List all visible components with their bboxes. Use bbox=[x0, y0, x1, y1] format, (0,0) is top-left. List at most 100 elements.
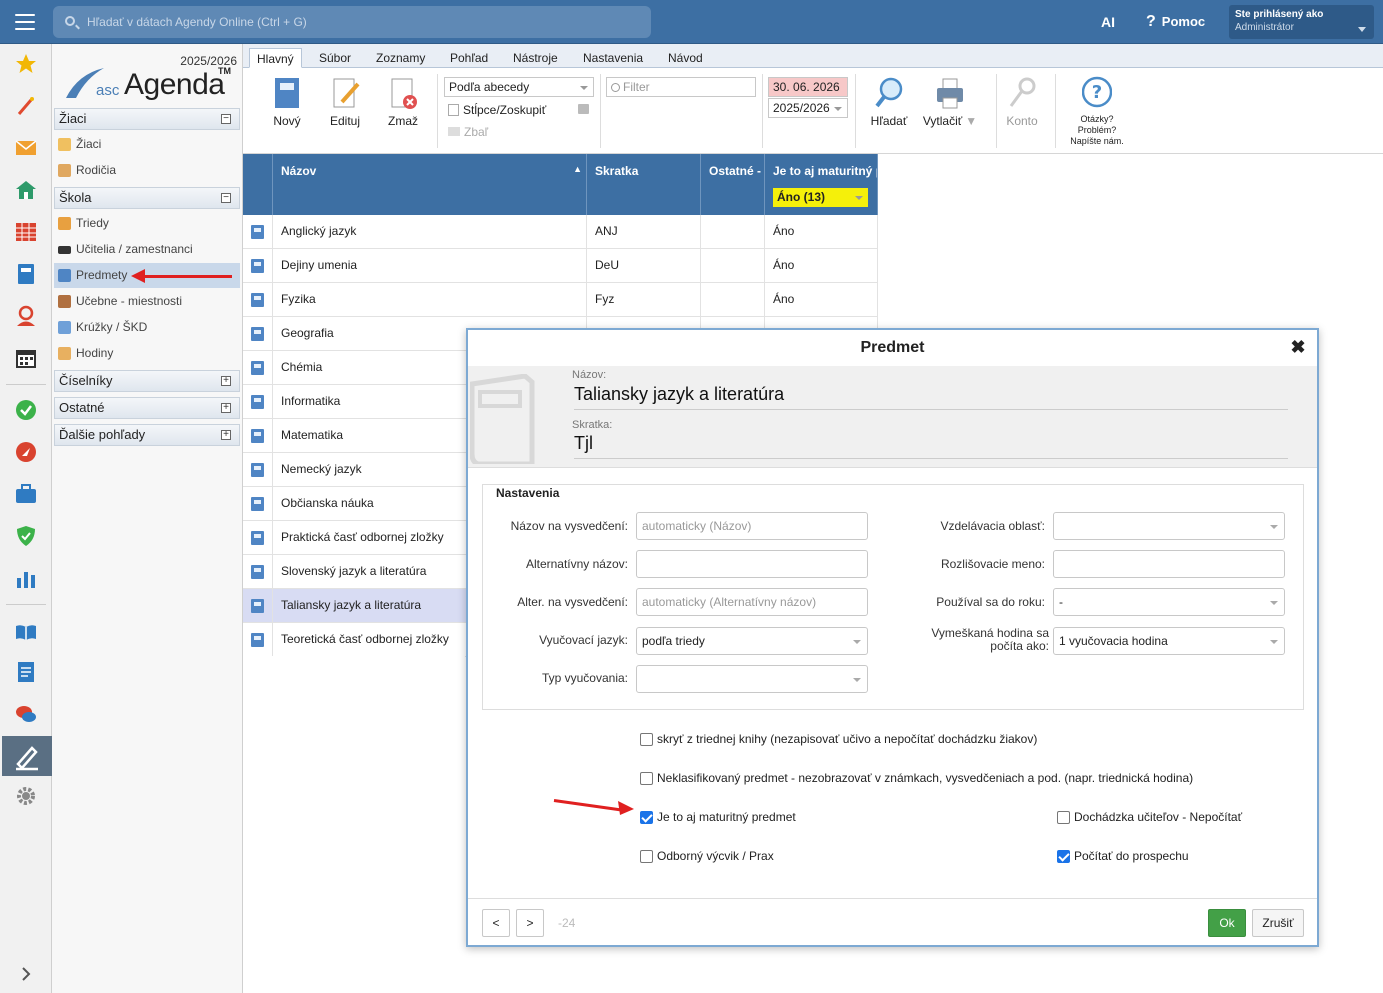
filter-input[interactable]: Filter bbox=[606, 77, 756, 97]
next-record-button[interactable]: > bbox=[516, 909, 544, 937]
contact-support-button[interactable]: ? Otázky? Problém? Napíšte nám. bbox=[1063, 76, 1131, 147]
tab-nastroje[interactable]: Nástroje bbox=[506, 48, 565, 68]
new-button[interactable]: Nový bbox=[262, 76, 312, 128]
delete-button[interactable]: Zmaž bbox=[378, 76, 428, 128]
help-button[interactable]: ? Pomoc bbox=[1146, 13, 1205, 31]
edit-button[interactable]: Edituj bbox=[320, 76, 370, 128]
asc-agenda-active-tab[interactable] bbox=[2, 736, 52, 776]
magic-wand-icon[interactable] bbox=[14, 94, 38, 118]
global-search-input[interactable]: Hľadať v dátach Agendy Online (Ctrl + G) bbox=[53, 6, 651, 38]
section-ciselniky[interactable]: Číselníky + bbox=[54, 370, 240, 392]
expand-chevron-icon[interactable] bbox=[14, 962, 38, 986]
nav-item-rodicia[interactable]: Rodičia bbox=[54, 158, 240, 183]
alt-cert-name-input[interactable]: automaticky (Alternatívny názov) bbox=[636, 588, 868, 616]
user-menu[interactable]: Ste prihlásený ako Administrátor bbox=[1229, 5, 1374, 39]
class-book-icon[interactable] bbox=[14, 262, 38, 286]
tab-hlavny[interactable]: Hlavný bbox=[249, 48, 302, 68]
print-options-icon[interactable]: ▼ bbox=[965, 114, 977, 128]
chat-icon[interactable] bbox=[14, 702, 38, 726]
maturitny-checkbox[interactable]: Je to aj maturitný predmet bbox=[640, 810, 796, 824]
person-icon[interactable] bbox=[14, 304, 38, 328]
close-icon[interactable]: ✖ bbox=[1289, 338, 1307, 356]
sort-select[interactable]: Podľa abecedy bbox=[444, 77, 594, 97]
missed-hour-select[interactable]: 1 vyučovacia hodina bbox=[1053, 627, 1285, 655]
section-skola[interactable]: Škola − bbox=[54, 187, 240, 209]
expand-toggle-icon[interactable]: + bbox=[221, 403, 231, 413]
school-icon[interactable] bbox=[14, 178, 38, 202]
nav-item-triedy[interactable]: Triedy bbox=[54, 211, 240, 236]
unclassified-checkbox[interactable]: Neklasifikovaný predmet - nezobrazovať v… bbox=[640, 771, 1193, 785]
count-in-grades-checkbox[interactable]: Počítať do prospechu bbox=[1057, 849, 1189, 863]
check-icon[interactable] bbox=[14, 398, 38, 422]
calendar-icon[interactable] bbox=[14, 346, 38, 370]
checkbox-box[interactable] bbox=[640, 733, 653, 746]
checkbox-label: Počítať do prospechu bbox=[1074, 849, 1189, 863]
account-button[interactable]: Konto bbox=[997, 76, 1047, 128]
cancel-button[interactable]: Zrušiť bbox=[1252, 909, 1304, 937]
hamburger-menu-icon[interactable] bbox=[15, 14, 35, 30]
document-icon[interactable] bbox=[14, 660, 38, 684]
gear-icon[interactable] bbox=[14, 784, 38, 808]
nav-item-ucitelia[interactable]: Učitelia / zamestnanci bbox=[54, 237, 240, 262]
section-dalsie-pohlady[interactable]: Ďalšie pohľady + bbox=[54, 424, 240, 446]
shield-icon[interactable] bbox=[14, 524, 38, 548]
cert-name-input[interactable]: automaticky (Názov) bbox=[636, 512, 868, 540]
expand-toggle-icon[interactable]: + bbox=[221, 376, 231, 386]
checkbox-box-checked[interactable] bbox=[1057, 850, 1070, 863]
nav-item-hodiny[interactable]: Hodiny bbox=[54, 341, 240, 366]
table-row[interactable]: Fyzika Fyz Áno bbox=[243, 283, 878, 317]
columns-group-button[interactable]: Stĺpce/Zoskupiť bbox=[448, 103, 546, 117]
tab-pohlad[interactable]: Pohľad bbox=[443, 48, 495, 68]
tab-subor[interactable]: Súbor bbox=[312, 48, 358, 68]
vocational-training-checkbox[interactable]: Odborný výcvik / Prax bbox=[640, 849, 774, 863]
abbr-value[interactable]: Tjl bbox=[574, 433, 1288, 459]
hide-from-classbook-checkbox[interactable]: skryť z triednej knihy (nezapisovať učiv… bbox=[640, 732, 1037, 746]
save-view-icon[interactable] bbox=[578, 104, 589, 114]
nav-item-ucebne[interactable]: Učebne - miestnosti bbox=[54, 289, 240, 314]
checkbox-box[interactable] bbox=[640, 772, 653, 785]
column-filter-select[interactable]: Áno (13) bbox=[773, 188, 868, 207]
nav-item-ziaci[interactable]: Žiaci bbox=[54, 132, 240, 157]
bar-chart-icon[interactable] bbox=[14, 566, 38, 590]
alt-name-input[interactable] bbox=[636, 550, 868, 578]
tab-navod[interactable]: Návod bbox=[661, 48, 710, 68]
expand-toggle-icon[interactable]: + bbox=[221, 430, 231, 440]
table-row[interactable]: Anglický jazyk ANJ Áno bbox=[243, 215, 878, 249]
tab-zoznamy[interactable]: Zoznamy bbox=[369, 48, 432, 68]
checkbox-box[interactable] bbox=[640, 850, 653, 863]
collapse-button[interactable]: Zbaľ bbox=[448, 125, 488, 139]
search-button[interactable]: Hľadať bbox=[864, 76, 914, 128]
column-header-maturitny[interactable]: Je to aj maturitný p Áno (13) bbox=[765, 154, 878, 215]
collapse-toggle-icon[interactable]: − bbox=[221, 114, 231, 124]
section-ziaci[interactable]: Žiaci − bbox=[54, 108, 240, 130]
distinguishing-name-input[interactable] bbox=[1053, 550, 1285, 578]
briefcase-icon[interactable] bbox=[14, 482, 38, 506]
ai-button[interactable]: AI bbox=[1101, 14, 1115, 30]
plane-icon[interactable] bbox=[14, 440, 38, 464]
checkbox-box-checked[interactable] bbox=[640, 811, 653, 824]
ok-button[interactable]: Ok bbox=[1208, 909, 1246, 937]
teaching-language-select[interactable]: podľa triedy bbox=[636, 627, 868, 655]
column-header-abbr[interactable]: Skratka bbox=[587, 154, 701, 215]
tab-nastavenia[interactable]: Nastavenia bbox=[576, 48, 650, 68]
used-until-select[interactable]: - bbox=[1053, 588, 1285, 616]
open-book-icon[interactable] bbox=[14, 620, 38, 644]
section-ostatne[interactable]: Ostatné + bbox=[54, 397, 240, 419]
previous-record-button[interactable]: < bbox=[482, 909, 510, 937]
education-area-select[interactable] bbox=[1053, 512, 1285, 540]
nav-item-kruzky[interactable]: Krúžky / ŠKD bbox=[54, 315, 240, 340]
column-header-other[interactable]: Ostatné - bbox=[701, 154, 765, 215]
teacher-attendance-checkbox[interactable]: Dochádzka učiteľov - Nepočítať bbox=[1057, 810, 1242, 824]
name-value[interactable]: Taliansky jazyk a literatúra bbox=[574, 384, 1288, 410]
year-select[interactable]: 2025/2026 bbox=[768, 98, 848, 118]
star-icon[interactable] bbox=[14, 52, 38, 76]
mail-icon[interactable] bbox=[14, 136, 38, 160]
table-row[interactable]: Dejiny umenia DeU Áno bbox=[243, 249, 878, 283]
teaching-type-select[interactable] bbox=[636, 665, 868, 693]
collapse-toggle-icon[interactable]: − bbox=[221, 193, 231, 203]
print-button[interactable]: Vytlačiť ▼ bbox=[921, 76, 979, 128]
checkbox-box[interactable] bbox=[1057, 811, 1070, 824]
timetable-icon[interactable] bbox=[14, 220, 38, 244]
date-field[interactable]: 30. 06. 2026 bbox=[768, 77, 848, 97]
column-header-name[interactable]: Názov ▲ bbox=[273, 154, 587, 215]
